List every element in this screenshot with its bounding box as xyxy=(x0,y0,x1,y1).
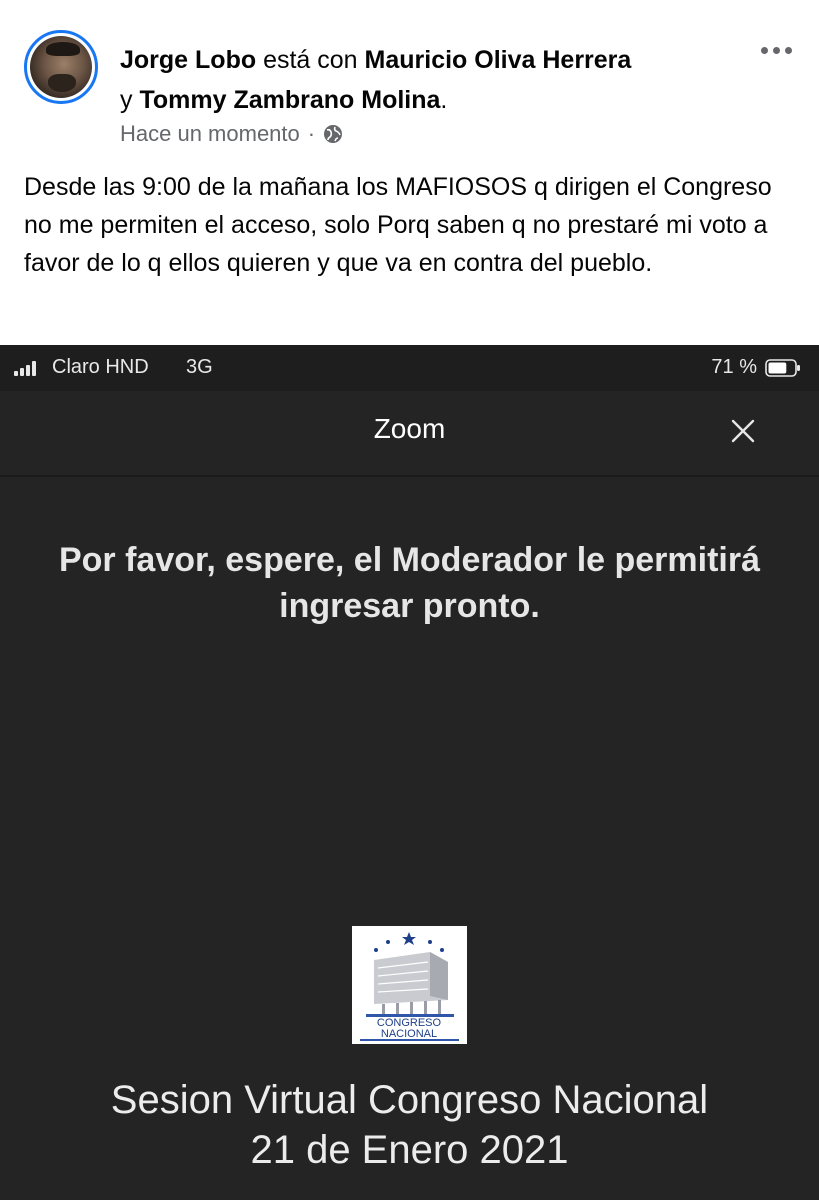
author-name[interactable]: Jorge Lobo xyxy=(120,46,256,74)
more-horizontal-icon[interactable] xyxy=(761,40,797,60)
avatar[interactable] xyxy=(24,30,98,104)
waiting-room-message: Por favor, espere, el Moderador le permi… xyxy=(58,541,761,625)
battery-percentage: 71 % xyxy=(711,356,757,378)
author-line: Jorge Lobo está con Mauricio Oliva Herre… xyxy=(120,40,740,120)
signal-strength-icon xyxy=(14,360,36,376)
with-connector: está con xyxy=(263,46,358,74)
battery-icon xyxy=(765,359,800,377)
congreso-nacional-logo: CONGRESO NACIONAL xyxy=(352,926,467,1044)
close-icon[interactable] xyxy=(731,419,755,443)
tagged-person-1[interactable]: Mauricio Oliva Herrera xyxy=(365,46,632,74)
meta-separator: · xyxy=(307,121,316,146)
tagged-person-2[interactable]: Tommy Zambrano Molina xyxy=(139,86,440,114)
network-type: 3G xyxy=(186,356,213,378)
and-joiner: y xyxy=(120,86,133,114)
timestamp[interactable]: Hace un momento xyxy=(120,121,300,147)
globe-icon[interactable] xyxy=(323,124,343,144)
post-body-text: Desde las 9:00 de la mañana los MAFIOSOS… xyxy=(24,173,772,277)
post-meta: Hace un momento · xyxy=(120,121,343,147)
session-name: Sesion Virtual Congreso Nacional xyxy=(110,1078,709,1122)
avatar-photo xyxy=(30,36,92,98)
page: Jorge Lobo está con Mauricio Oliva Herre… xyxy=(0,0,819,1200)
session-date: 21 de Enero 2021 xyxy=(250,1128,569,1172)
app-title: Zoom xyxy=(373,413,446,444)
shared-screenshot[interactable]: Claro HND 3G 71 % Zoom Por favor, espere… xyxy=(0,345,819,1200)
logo-line-2: NACIONAL xyxy=(381,1028,437,1040)
carrier-name: Claro HND xyxy=(52,356,149,378)
zoom-app-bar: Zoom xyxy=(0,391,819,477)
status-bar: Claro HND 3G 71 % xyxy=(0,345,819,391)
author-line-period: . xyxy=(440,86,448,114)
session-title: Sesion Virtual Congreso Nacional 21 de E… xyxy=(0,1075,819,1175)
post-header: Jorge Lobo está con Mauricio Oliva Herre… xyxy=(0,0,819,345)
